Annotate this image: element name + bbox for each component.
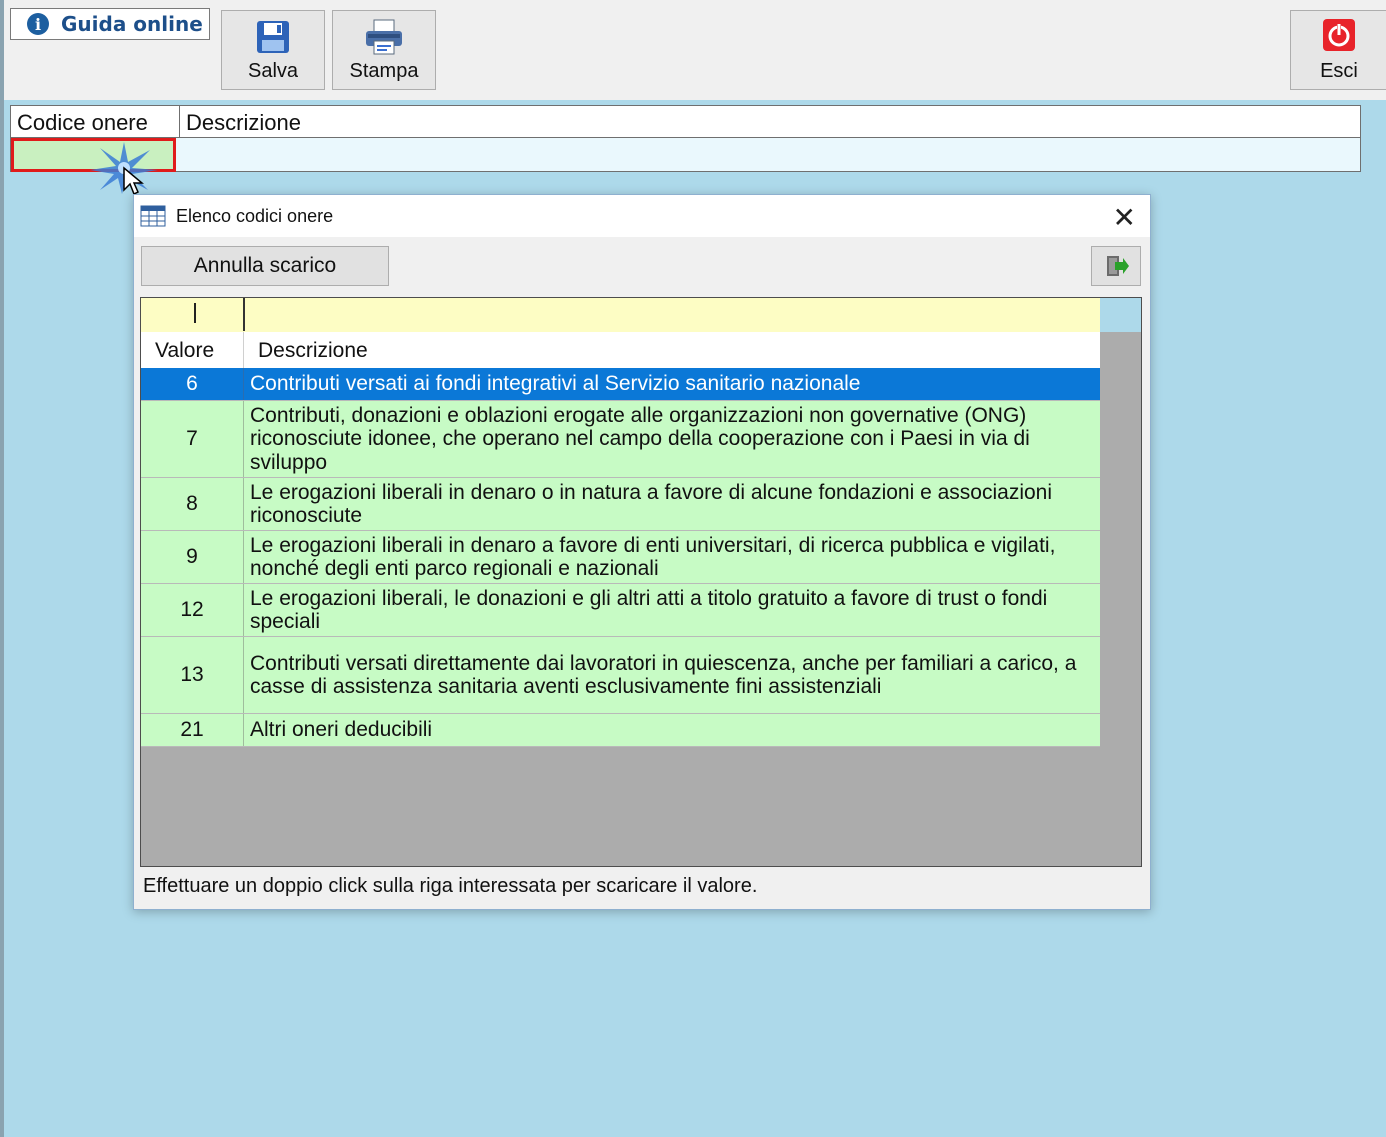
print-button[interactable]: Stampa xyxy=(332,10,436,90)
list-row[interactable]: 12 Le erogazioni liberali, le donazioni e… xyxy=(141,584,1100,637)
guida-online-label: Guida online xyxy=(61,12,203,36)
list-row[interactable]: 8 Le erogazioni liberali in denaro o in n… xyxy=(141,478,1100,531)
save-label: Salva xyxy=(247,60,299,82)
row-descrizione: Le erogazioni liberali in denaro o in na… xyxy=(250,480,1053,528)
row-descrizione: Contributi, donazioni e oblazioni erogat… xyxy=(250,403,1030,474)
exit-label: Esci xyxy=(1320,60,1358,82)
row-descrizione: Le erogazioni liberali, le donazioni e g… xyxy=(250,586,1048,634)
filter-row xyxy=(141,298,1100,333)
toolbar: i Guida online Salva Stampa Esci xyxy=(4,0,1386,100)
row-descrizione: Contributi versati ai fondi integrativi … xyxy=(250,372,861,396)
dialog-titlebar: Elenco codici onere ✕ xyxy=(134,195,1150,237)
list-header: Valore Descrizione xyxy=(141,332,1100,368)
save-button[interactable]: Salva xyxy=(221,10,325,90)
list-rows: 6 Contributi versati ai fondi integrativi… xyxy=(141,368,1100,747)
annulla-scarico-button[interactable]: Annulla scarico xyxy=(141,246,389,286)
list-row[interactable]: 9 Le erogazioni liberali in denaro a favo… xyxy=(141,531,1100,584)
filter-valore-input[interactable] xyxy=(141,298,245,331)
dialog-hint: Effettuare un doppio click sulla riga in… xyxy=(143,875,758,897)
info-icon: i xyxy=(27,13,49,35)
mouse-cursor-icon xyxy=(123,166,144,196)
text-caret xyxy=(194,303,196,323)
floppy-disk-icon xyxy=(257,21,289,53)
dialog-body: Annulla scarico Valore Descrizione 6 Cont… xyxy=(134,237,1150,909)
row-valore: 7 xyxy=(141,401,244,477)
dialog-title: Elenco codici onere xyxy=(176,205,334,226)
guida-online-button[interactable]: i Guida online xyxy=(10,8,210,40)
elenco-codici-dialog: Elenco codici onere ✕ Annulla scarico Va… xyxy=(133,194,1151,910)
row-descrizione: Altri oneri deducibili xyxy=(250,718,433,742)
list-row[interactable]: 13 Contributi versati direttamente dai la… xyxy=(141,637,1100,714)
row-descrizione: Le erogazioni liberali in denaro a favor… xyxy=(250,533,1056,581)
table-window-icon xyxy=(140,205,166,227)
row-descrizione: Contributi versati direttamente dai lavo… xyxy=(250,651,1077,699)
column-header-codice[interactable]: Codice onere xyxy=(11,106,180,137)
list-row[interactable]: 7 Contributi, donazioni e oblazioni eroga… xyxy=(141,401,1100,478)
column-header-valore[interactable]: Valore xyxy=(141,332,244,368)
row-valore: 6 xyxy=(141,368,244,400)
column-header-descrizione[interactable]: Descrizione xyxy=(180,106,301,137)
column-header-descrizione-list[interactable]: Descrizione xyxy=(244,332,368,368)
export-icon xyxy=(1107,256,1129,276)
printer-icon xyxy=(366,19,402,55)
list-row[interactable]: 21 Altri oneri deducibili xyxy=(141,714,1100,747)
power-icon xyxy=(1323,19,1355,51)
codici-list: Valore Descrizione 6 Contributi versati a… xyxy=(140,297,1142,867)
window-left-edge xyxy=(0,0,4,1137)
row-valore: 8 xyxy=(141,478,244,530)
oneri-grid-header: Codice onere Descrizione xyxy=(10,105,1361,138)
print-label: Stampa xyxy=(349,60,419,82)
row-valore: 13 xyxy=(141,637,244,713)
exit-button[interactable]: Esci xyxy=(1290,10,1386,90)
filter-row-end xyxy=(1100,298,1141,332)
row-valore: 9 xyxy=(141,531,244,583)
row-valore: 12 xyxy=(141,584,244,636)
row-valore: 21 xyxy=(141,714,244,746)
list-row[interactable]: 6 Contributi versati ai fondi integrativi… xyxy=(141,368,1100,401)
close-icon[interactable]: ✕ xyxy=(1113,201,1136,234)
export-button[interactable] xyxy=(1091,246,1141,286)
oneri-grid-row[interactable] xyxy=(10,138,1361,172)
